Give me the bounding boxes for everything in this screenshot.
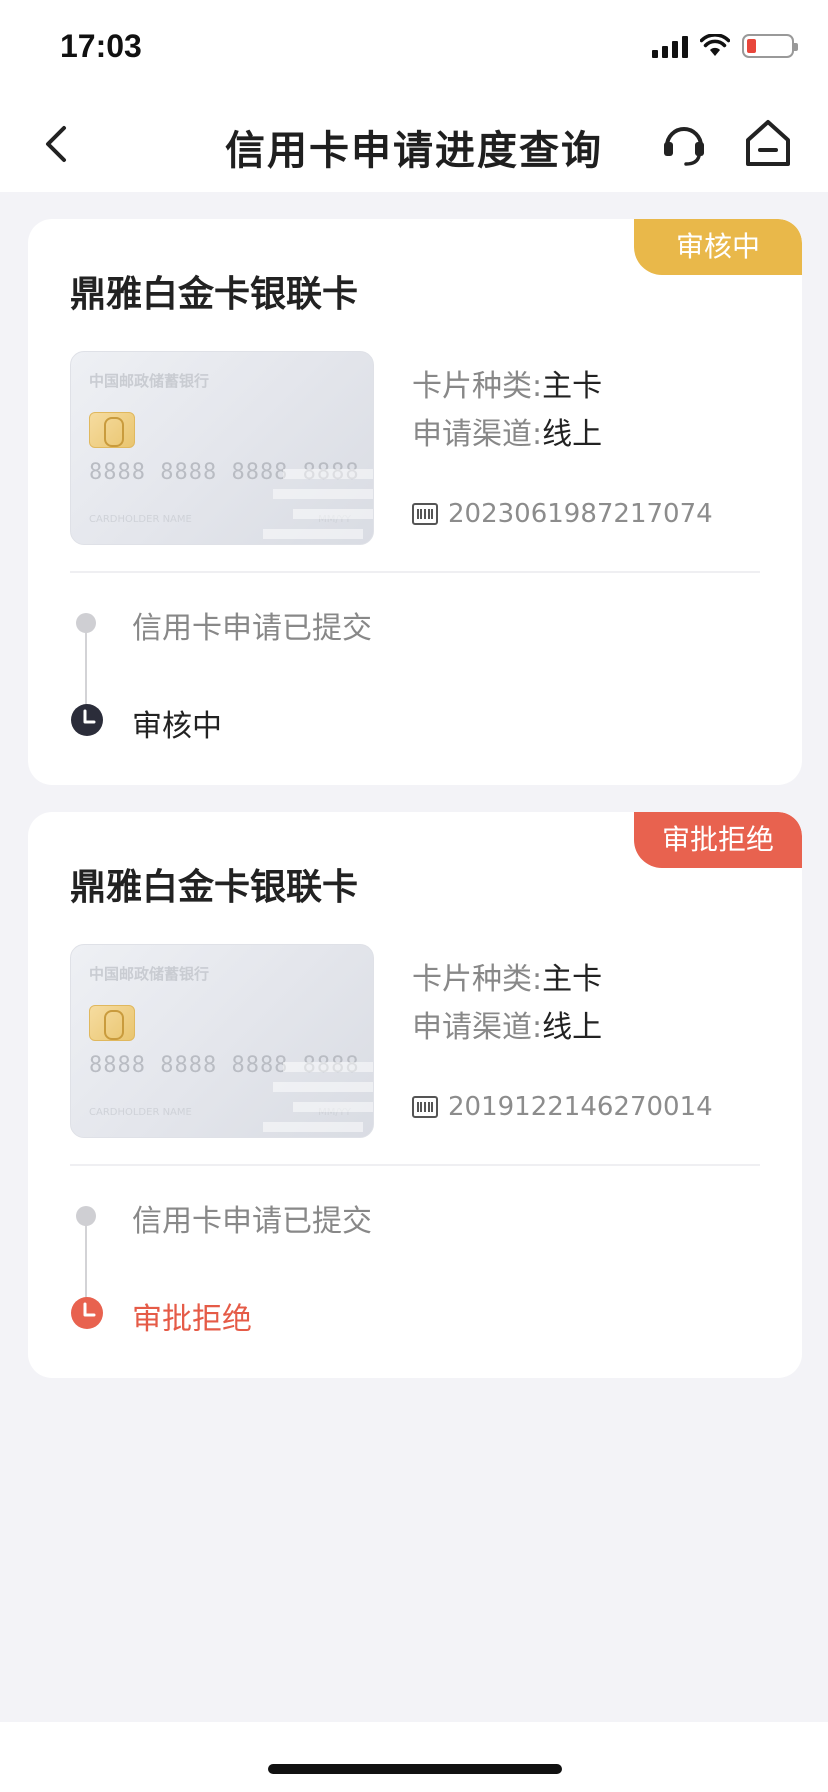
bottom-safe-area [0,1722,828,1792]
timeline-step-submitted: 信用卡申请已提交 [132,1204,372,1239]
wifi-icon [700,34,730,56]
barcode-icon [412,503,438,525]
status-badge: 审核中 [634,219,802,275]
customer-service-headset-icon[interactable] [658,118,710,170]
card-holder-text: CARDHOLDER NAME [89,1107,192,1118]
application-card[interactable]: 审批拒绝 鼎雅白金卡银联卡 中国邮政储蓄银行 8888 8888 8888 88… [28,812,802,1378]
application-number: 2023061987217074 [448,499,713,529]
status-time: 17:03 [60,28,142,64]
home-indicator[interactable] [268,1764,562,1774]
timeline-dot [76,613,96,633]
card-type-value: 主卡 [542,369,603,404]
card-type-label: 卡片种类: [412,369,543,404]
card-watermark-icon [263,1062,373,1132]
channel-row: 申请渠道:线上 [412,1002,602,1046]
cellular-signal-icon [652,34,688,58]
application-number-row: 2023061987217074 [412,499,713,529]
nav-bar: 信用卡申请进度查询 [0,96,828,192]
channel-label: 申请渠道: [412,1010,543,1045]
timeline-dot [76,1206,96,1226]
card-holder-text: CARDHOLDER NAME [89,514,192,525]
card-type-row: 卡片种类:主卡 [412,954,602,998]
timeline-step-current: 审批拒绝 [132,1302,252,1337]
card-product-name: 鼎雅白金卡银联卡 [70,867,359,908]
timeline-connector [85,1222,87,1306]
divider [70,571,760,573]
status-bar: 17:03 [0,0,828,96]
channel-row: 申请渠道:线上 [412,409,602,453]
barcode-icon [412,1096,438,1118]
battery-icon [742,34,798,58]
clock-icon [71,1297,103,1329]
status-badge: 审批拒绝 [634,812,802,868]
card-bank-name: 中国邮政储蓄银行 [89,965,210,983]
home-icon[interactable] [742,116,794,170]
clock-icon [71,704,103,736]
application-number: 2019122146270014 [448,1092,713,1122]
card-watermark-icon [263,469,373,539]
divider [70,1164,760,1166]
timeline-step-current: 审核中 [132,709,222,744]
card-bank-name: 中国邮政储蓄银行 [89,372,210,390]
credit-card-image: 中国邮政储蓄银行 8888 8888 8888 8888 CARDHOLDER … [70,944,374,1138]
card-type-value: 主卡 [542,962,603,997]
application-number-row: 2019122146270014 [412,1092,713,1122]
status-icons [652,34,798,58]
channel-label: 申请渠道: [412,417,543,452]
card-chip-icon [89,412,135,448]
channel-value: 线上 [542,417,603,452]
application-card[interactable]: 审核中 鼎雅白金卡银联卡 中国邮政储蓄银行 8888 8888 8888 888… [28,219,802,785]
channel-value: 线上 [542,1010,603,1045]
timeline-connector [85,629,87,713]
timeline-step-submitted: 信用卡申请已提交 [132,611,372,646]
card-product-name: 鼎雅白金卡银联卡 [70,274,359,315]
card-type-label: 卡片种类: [412,962,543,997]
card-type-row: 卡片种类:主卡 [412,361,602,405]
card-chip-icon [89,1005,135,1041]
credit-card-image: 中国邮政储蓄银行 8888 8888 8888 8888 CARDHOLDER … [70,351,374,545]
